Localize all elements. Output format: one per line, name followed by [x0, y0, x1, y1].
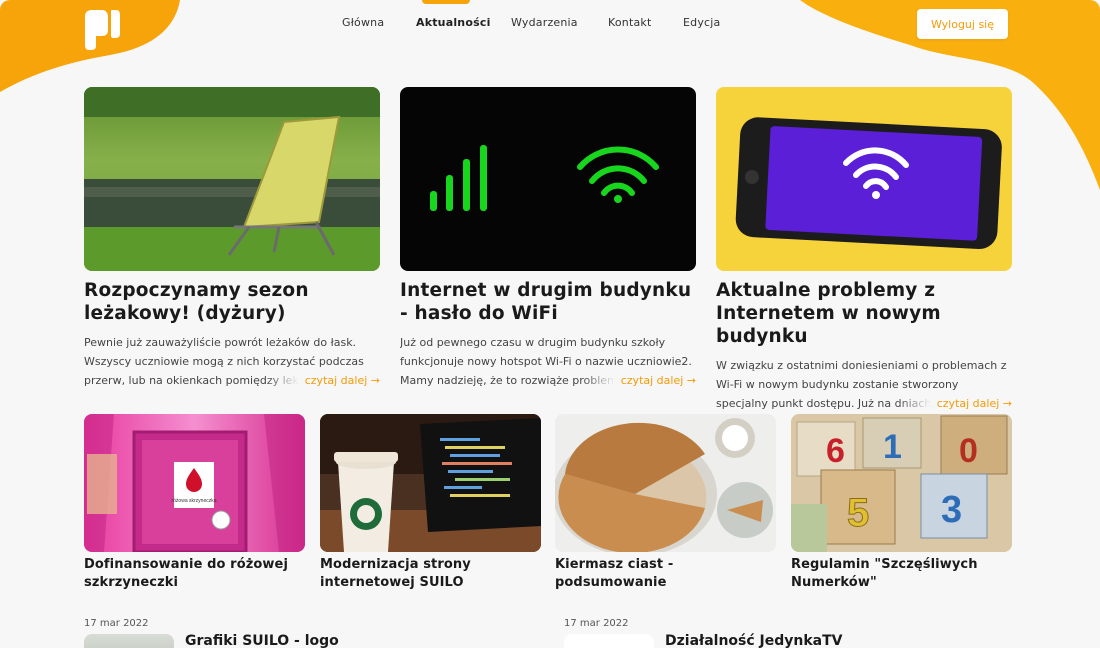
article-card-3[interactable]: Kiermasz ciast - podsumowanie — [555, 414, 776, 592]
wifi-signal-image[interactable] — [400, 87, 696, 271]
block-digit: 6 — [826, 432, 845, 470]
nav-active-indicator — [422, 0, 470, 4]
featured-article-2[interactable]: Internet w drugim budynku - hasło do WiF… — [400, 87, 696, 390]
article-date: 17 mar 2022 — [84, 618, 149, 629]
read-more-link[interactable]: czytaj dalej → — [264, 371, 380, 390]
logout-button[interactable]: Wyloguj się — [917, 9, 1008, 39]
article-excerpt: W związku z ostatnimi doniesieniami o pr… — [716, 356, 1012, 413]
block-digit: 0 — [959, 432, 978, 470]
article-excerpt: Pewnie już zauważyliście powrót leżaków … — [84, 333, 380, 390]
article-card-1[interactable]: różowa skrzyneczka Dofinansowanie do róż… — [84, 414, 305, 592]
article-title[interactable]: Dofinansowanie do różowej szkrzyneczki — [84, 556, 305, 592]
article-title[interactable]: Grafiki SUILO - logo — [185, 633, 339, 648]
article-title[interactable]: Internet w drugim budynku - hasło do WiF… — [400, 279, 696, 325]
article-thumbnail[interactable] — [84, 634, 174, 648]
read-more-link[interactable]: czytaj dalej → — [580, 371, 696, 390]
pink-box-image[interactable]: różowa skrzyneczka — [84, 414, 305, 552]
page: Główna Aktualności Wydarzenia Kontakt Ed… — [0, 0, 1100, 648]
article-card-4[interactable]: 6 1 0 5 3 Regulamin "Szczęśliwych Numerk… — [791, 414, 1012, 592]
nav-item-aktualnosci[interactable]: Aktualności — [416, 16, 491, 29]
block-digit: 5 — [847, 491, 869, 535]
block-digit: 1 — [883, 428, 902, 466]
cake-image[interactable] — [555, 414, 776, 552]
article-title[interactable]: Regulamin "Szczęśliwych Numerków" — [791, 556, 1012, 592]
featured-article-1[interactable]: Rozpoczynamy sezon leżakowy! (dyżury) Pe… — [84, 87, 380, 390]
nav-item-glowna[interactable]: Główna — [342, 16, 384, 29]
nav-item-edycja[interactable]: Edycja — [683, 16, 721, 29]
article-title[interactable]: Kiermasz ciast - podsumowanie — [555, 556, 776, 592]
article-card-2[interactable]: Modernizacja strony internetowej SUILO — [320, 414, 541, 592]
article-excerpt: Już od pewnego czasu w drugim budynku sz… — [400, 333, 696, 390]
read-more-link[interactable]: czytaj dalej → — [896, 394, 1012, 413]
box-label: różowa skrzyneczka — [171, 498, 216, 504]
article-title[interactable]: Modernizacja strony internetowej SUILO — [320, 556, 541, 592]
number-blocks-image[interactable]: 6 1 0 5 3 — [791, 414, 1012, 552]
phone-wifi-image[interactable] — [716, 87, 1012, 271]
deck-chair-image[interactable] — [84, 87, 380, 271]
article-title[interactable]: Rozpoczynamy sezon leżakowy! (dyżury) — [84, 279, 380, 325]
article-date: 17 mar 2022 — [564, 618, 629, 629]
featured-article-3[interactable]: Aktualne problemy z Internetem w nowym b… — [716, 87, 1012, 413]
coffee-laptop-image[interactable] — [320, 414, 541, 552]
block-digit: 3 — [941, 489, 962, 531]
article-title[interactable]: Aktualne problemy z Internetem w nowym b… — [716, 279, 1012, 348]
article-title[interactable]: Działalność JedynkaTV — [665, 633, 843, 648]
nav-item-kontakt[interactable]: Kontakt — [608, 16, 652, 29]
nav-item-wydarzenia[interactable]: Wydarzenia — [511, 16, 578, 29]
article-thumbnail[interactable] — [564, 634, 654, 648]
